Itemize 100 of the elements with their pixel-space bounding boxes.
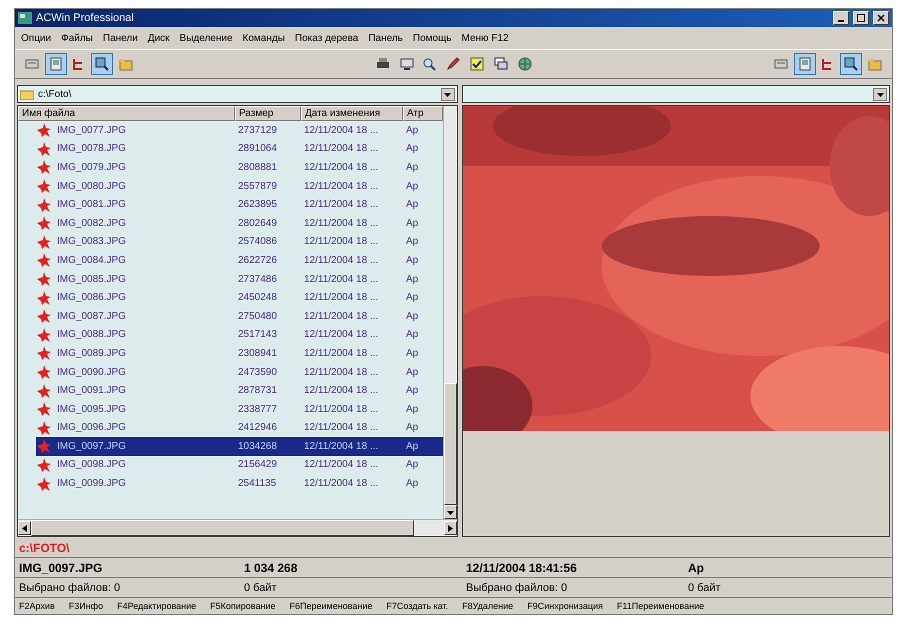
file-row[interactable]: IMG_0084.JPG 2622726 12/11/2004 18 ... Ap: [36, 251, 443, 270]
vertical-scrollbar[interactable]: [442, 106, 457, 519]
file-date: 12/11/2004 18 ...: [302, 218, 380, 229]
column-header[interactable]: Размер: [234, 106, 301, 121]
file-row[interactable]: IMG_0086.JPG 2450248 12/11/2004 18 ... Ap: [36, 288, 443, 307]
file-row[interactable]: IMG_0083.JPG 2574086 12/11/2004 18 ... Ap: [36, 232, 443, 252]
menu-item[interactable]: Меню F12: [462, 32, 509, 44]
menu-item[interactable]: Диск: [148, 32, 170, 44]
path-field[interactable]: [462, 85, 890, 103]
file-icon: [36, 216, 52, 230]
file-row[interactable]: IMG_0091.JPG 2878731 12/11/2004 18 ... Ap: [36, 381, 443, 400]
file-name: IMG_0081.JPG: [56, 199, 126, 210]
file-size: 2338777: [236, 404, 278, 415]
function-key[interactable]: F4Редактирование: [117, 601, 196, 611]
close-icon: [877, 14, 885, 22]
file-row[interactable]: IMG_0098.JPG 2156429 12/11/2004 18 ... Ap: [36, 456, 443, 474]
file-row[interactable]: IMG_0096.JPG 2412946 12/11/2004 18 ... Ap: [36, 418, 443, 438]
toolbar-button[interactable]: [794, 53, 816, 75]
file-row[interactable]: IMG_0087.JPG 2750480 12/11/2004 18 ... Ap: [36, 306, 443, 326]
status-text: 0 байт: [688, 582, 722, 594]
menu-item[interactable]: Помощь: [412, 32, 452, 44]
file-attributes: Ap: [404, 310, 420, 322]
maximize-button[interactable]: [853, 11, 869, 25]
file-row[interactable]: IMG_0089.JPG 2308941 12/11/2004 18 ... Ap: [36, 344, 443, 363]
column-header[interactable]: Имя файла: [18, 106, 235, 121]
scroll-down-button[interactable]: [444, 505, 457, 519]
menu-item[interactable]: Опции: [21, 32, 52, 44]
file-row[interactable]: IMG_0099.JPG 2541135 12/11/2004 18 ... Ap: [36, 474, 443, 493]
file-name: IMG_0079.JPG: [56, 162, 126, 173]
dropdown-button[interactable]: [440, 88, 455, 100]
list-icon: [25, 57, 39, 71]
arrow-left-icon: [21, 524, 28, 532]
file-icon: [36, 309, 52, 324]
folder-icon: [20, 88, 34, 100]
file-row[interactable]: IMG_0085.JPG 2737486 12/11/2004 18 ... Ap: [36, 270, 443, 288]
current-path: c:\FOTO\: [18, 540, 70, 557]
file-date: 12/11/2004 18 ...: [302, 329, 380, 340]
file-icon: [36, 365, 52, 380]
file-row[interactable]: IMG_0079.JPG 2808881 12/11/2004 18 ... Ap: [36, 158, 443, 177]
file-icon: [36, 402, 52, 416]
toolbar-button[interactable]: [840, 53, 862, 75]
file-size: 2541135: [236, 478, 278, 490]
file-attributes: Ap: [404, 292, 420, 304]
menu-item[interactable]: Команды: [242, 32, 285, 44]
file-name: IMG_0080.JPG: [56, 180, 126, 192]
file-row[interactable]: IMG_0095.JPG 2338777 12/11/2004 18 ... Ap: [36, 400, 443, 418]
file-row[interactable]: IMG_0090.JPG 2473590 12/11/2004 18 ... Ap: [36, 362, 443, 382]
file-size: 2517143: [236, 329, 278, 340]
file-icon: [36, 458, 52, 472]
column-header[interactable]: Дата изменения: [300, 106, 403, 121]
file-row[interactable]: IMG_0097.JPG 1034268 12/11/2004 18 ... Ap: [36, 437, 443, 456]
minimize-button[interactable]: [833, 11, 849, 25]
file-size: 2737486: [236, 274, 278, 285]
dropdown-button[interactable]: [873, 88, 887, 100]
function-key[interactable]: F9Синхронизация: [527, 601, 603, 611]
menu-item[interactable]: Панели: [102, 32, 138, 44]
file-icon: [36, 290, 52, 305]
file-size: 2878731: [236, 385, 278, 396]
file-attributes: Ap: [404, 329, 420, 340]
file-name: IMG_0097.JPG: [56, 440, 126, 452]
file-date: 12/11/2004 18 ...: [302, 162, 380, 173]
close-button[interactable]: [873, 11, 889, 25]
toolbar-button[interactable]: [45, 53, 67, 75]
file-name: IMG_0078.JPG: [56, 143, 126, 154]
file-attributes: Ap: [404, 404, 420, 415]
function-key[interactable]: F7Создать кат.: [386, 601, 448, 611]
path-field[interactable]: c:\Foto\: [17, 85, 458, 103]
file-attributes: Ap: [404, 143, 420, 154]
column-header[interactable]: Атр: [402, 106, 443, 121]
horizontal-scrollbar[interactable]: [18, 519, 457, 536]
file-row[interactable]: IMG_0078.JPG 2891064 12/11/2004 18 ... Ap: [36, 140, 443, 158]
file-row[interactable]: IMG_0077.JPG 2737129 12/11/2004 18 ... Ap: [36, 121, 443, 140]
function-key[interactable]: F8Удаление: [462, 601, 514, 611]
function-key[interactable]: F5Копирование: [210, 601, 276, 611]
scroll-right-button[interactable]: [444, 521, 457, 535]
menu-item[interactable]: Панель: [368, 32, 403, 44]
file-row[interactable]: IMG_0082.JPG 2802649 12/11/2004 18 ... Ap: [36, 214, 443, 233]
function-key[interactable]: F11Переименование: [616, 601, 704, 611]
function-key[interactable]: F2Архив: [19, 601, 55, 611]
file-name: IMG_0090.JPG: [56, 366, 126, 378]
arrow-down-icon: [446, 508, 454, 516]
file-row[interactable]: IMG_0081.JPG 2623895 12/11/2004 18 ... Ap: [36, 195, 443, 214]
function-key[interactable]: F3Инфо: [68, 601, 104, 611]
file-row[interactable]: IMG_0080.JPG 2557879 12/11/2004 18 ... Ap: [36, 176, 443, 196]
file-attributes: Ap: [404, 348, 420, 359]
file-row[interactable]: IMG_0088.JPG 2517143 12/11/2004 18 ... Ap: [36, 326, 443, 344]
file-size: 1034268: [236, 440, 278, 452]
file-name: IMG_0083.JPG: [56, 236, 126, 248]
menu-item[interactable]: Показ дерева: [294, 32, 358, 44]
file-date: 12/11/2004 18 ...: [302, 422, 380, 434]
menu-item[interactable]: Выделение: [180, 32, 233, 44]
file-icon: [36, 234, 52, 249]
function-key[interactable]: F6Переименование: [290, 601, 372, 611]
menu-item[interactable]: Файлы: [61, 32, 93, 44]
file-size: 2473590: [236, 366, 278, 378]
file-attributes: Ap: [404, 274, 420, 285]
toolbar-button[interactable]: [91, 53, 113, 75]
app-icon: [18, 12, 32, 24]
scroll-left-button[interactable]: [18, 521, 31, 535]
file-date: 12/11/2004 18 ...: [302, 348, 380, 359]
